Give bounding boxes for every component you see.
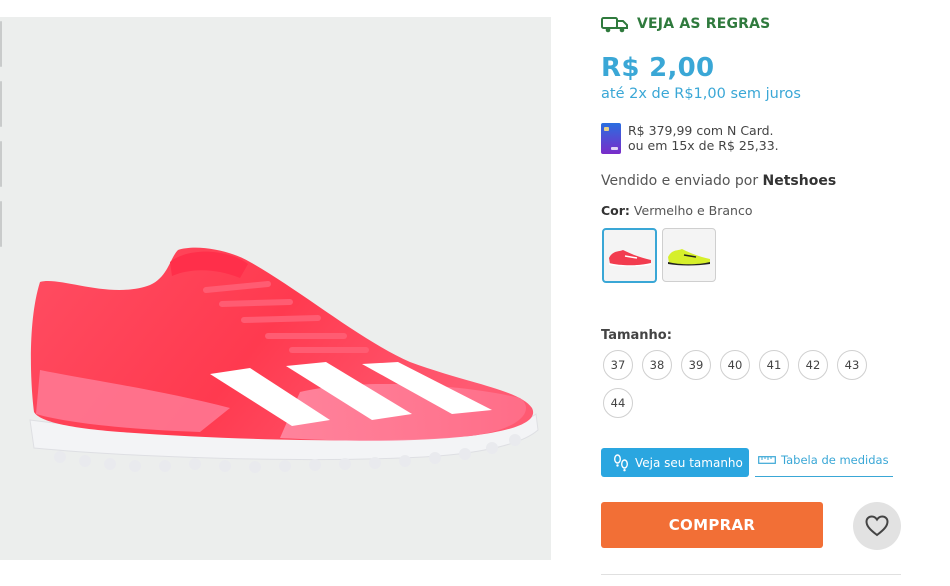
color-value: Vermelho e Branco [633,203,753,218]
ncard-installments: ou em 15x de R$ 25,33. [628,138,779,153]
size-option[interactable]: 39 [681,350,711,380]
color-label: Cor: [601,203,630,218]
installments-text: até 2x de R$1,00 sem juros [601,86,801,102]
shipping-rules-label: VEJA AS REGRAS [637,16,771,32]
shipping-rules-link[interactable]: VEJA AS REGRAS [601,15,770,33]
seller-prefix: Vendido e enviado por [601,173,759,189]
swatch-shoe-red-image [608,249,651,266]
size-option[interactable]: 37 [603,350,633,380]
size-table-link[interactable]: Tabela de medidas [755,453,893,477]
swatch-shoe-yellow-image [668,249,710,266]
truck-icon [601,17,628,33]
see-your-size-label: Veja seu tamanho [635,455,743,470]
color-info: Cor: Vermelho e Branco [601,203,752,218]
product-image-gallery[interactable] [0,17,551,560]
size-table-label: Tabela de medidas [781,453,889,467]
see-your-size-button[interactable]: Veja seu tamanho [601,448,749,477]
ncard-offer: R$ 379,99 com N Card. ou em 15x de R$ 25… [601,123,779,154]
buy-button[interactable]: COMPRAR [601,502,823,548]
size-option[interactable]: 40 [720,350,750,380]
size-option[interactable]: 38 [642,350,672,380]
heart-icon [865,515,889,537]
size-option[interactable]: 43 [837,350,867,380]
size-title: Tamanho: [601,328,672,343]
product-price: R$ 2,00 [601,53,715,83]
color-swatch-red[interactable] [602,228,657,283]
product-image-shoe [29,247,539,473]
divider [601,574,901,575]
ncard-price: R$ 379,99 com N Card. [628,123,774,138]
size-option[interactable]: 44 [603,388,633,418]
footprints-icon [614,453,628,471]
color-swatch-yellow[interactable] [662,228,716,282]
seller-info: Vendido e enviado por Netshoes [601,173,836,189]
ruler-icon [758,456,776,464]
size-option[interactable]: 42 [798,350,828,380]
size-option[interactable]: 41 [759,350,789,380]
seller-name: Netshoes [762,173,837,189]
card-icon [601,123,621,154]
wishlist-button[interactable] [853,502,901,550]
